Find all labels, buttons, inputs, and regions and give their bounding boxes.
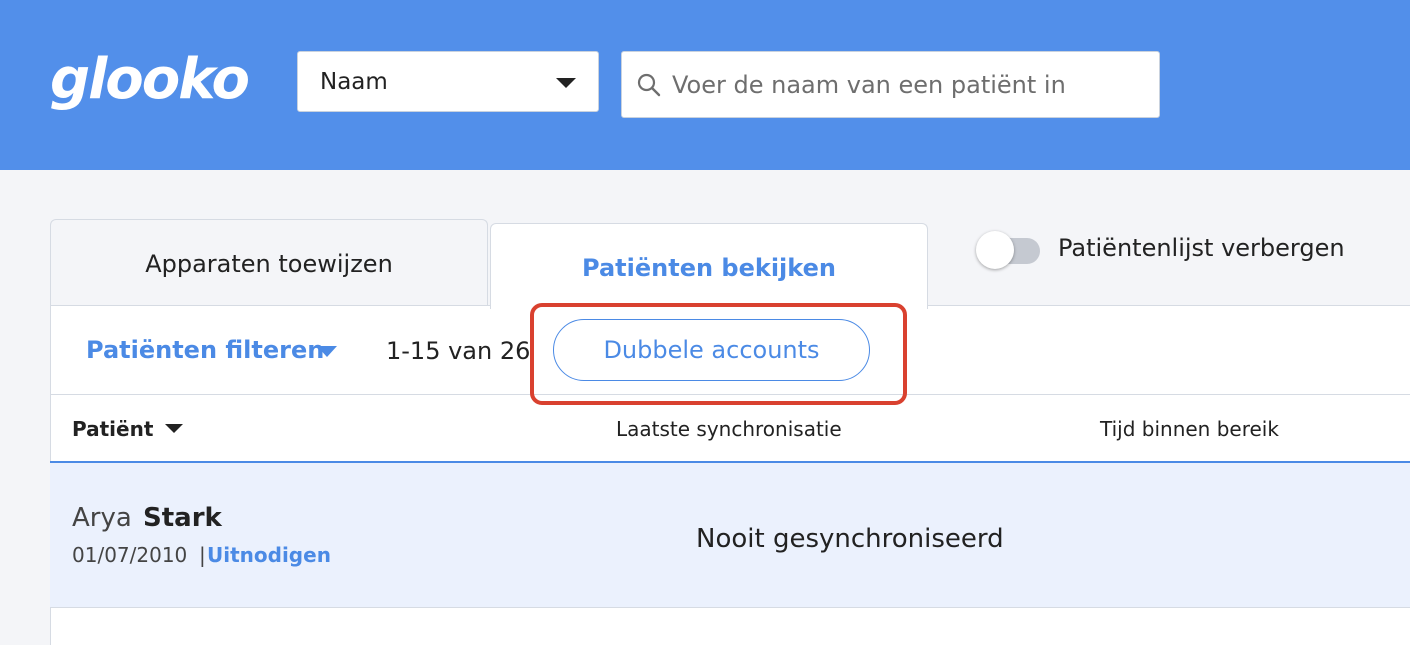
column-header-time-in-range: Tijd binnen bereik bbox=[1100, 417, 1279, 441]
filter-patients-button[interactable]: Patiënten filteren bbox=[86, 336, 324, 364]
chevron-down-icon bbox=[556, 78, 576, 88]
patient-first-name: Arya bbox=[72, 503, 132, 533]
hide-patient-list-toggle[interactable] bbox=[976, 231, 1040, 269]
sort-caret-icon[interactable] bbox=[165, 424, 183, 433]
patient-search[interactable] bbox=[621, 51, 1160, 118]
annotation-highlight-box bbox=[530, 303, 907, 405]
separator: | bbox=[199, 543, 206, 567]
column-header-patient[interactable]: Patiënt bbox=[72, 417, 153, 441]
search-input[interactable] bbox=[670, 64, 1144, 106]
top-header: glooko Naam bbox=[0, 0, 1410, 170]
tab-assign-devices[interactable]: Apparaten toewijzen bbox=[50, 219, 488, 307]
tab-view-patients[interactable]: Patiënten bekijken bbox=[490, 223, 928, 309]
patient-dob: 01/07/2010 bbox=[72, 543, 188, 567]
toggle-knob bbox=[976, 231, 1014, 269]
search-icon bbox=[637, 73, 661, 97]
caret-down-icon[interactable] bbox=[317, 346, 337, 357]
invite-link[interactable]: Uitnodigen bbox=[207, 543, 331, 567]
column-header-last-sync: Laatste synchronisatie bbox=[616, 417, 842, 441]
patient-last-name: Stark bbox=[143, 503, 222, 533]
pagination-count: 1-15 van 26 bbox=[386, 337, 531, 365]
search-type-value: Naam bbox=[320, 69, 388, 95]
glooko-logo[interactable]: glooko bbox=[50, 52, 250, 108]
last-sync-value: Nooit gesynchroniseerd bbox=[696, 524, 1004, 554]
hide-patient-list-label: Patiëntenlijst verbergen bbox=[1058, 234, 1345, 262]
search-type-select[interactable]: Naam bbox=[297, 51, 599, 112]
